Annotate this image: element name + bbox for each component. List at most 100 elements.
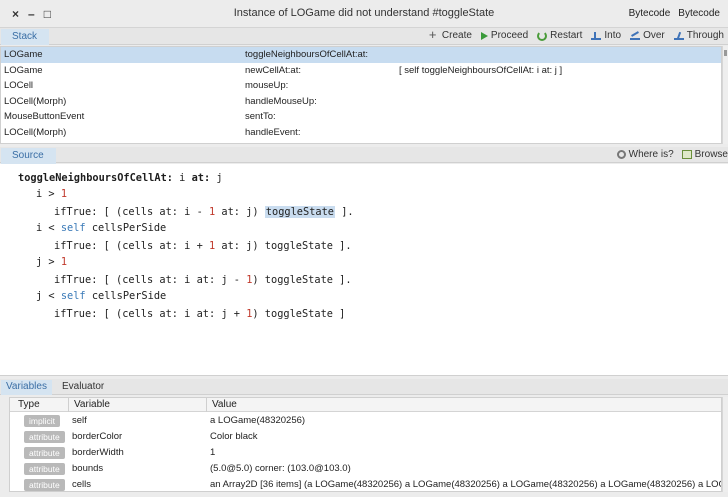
- step-over-button[interactable]: Over: [630, 30, 665, 41]
- code-line: ifTrue: [ (cells at: i + 1 at: j) toggle…: [54, 238, 352, 254]
- code-text: j <: [36, 290, 61, 302]
- code-text: ifTrue: [ (cells at: i at: j -: [54, 274, 247, 286]
- stack-row[interactable]: LOCell(Morph) handleMouseUp:: [1, 94, 721, 110]
- restart-button[interactable]: Restart: [537, 30, 582, 41]
- bytecode-menu-1[interactable]: Bytecode: [629, 8, 671, 19]
- method-keyword: at:: [191, 172, 211, 184]
- variable-name: bounds: [72, 463, 104, 474]
- code-self: self: [60, 222, 86, 234]
- column-header-value[interactable]: Value: [212, 399, 237, 410]
- into-label: Into: [604, 30, 622, 41]
- tab-evaluator[interactable]: Evaluator: [57, 380, 109, 395]
- stack-row[interactable]: MouseButtonEvent sentTo:: [1, 109, 721, 125]
- variables-scrollbar[interactable]: [722, 397, 728, 492]
- table-row[interactable]: attribute bounds (5.0@5.0) corner: (103.…: [10, 461, 721, 477]
- code-text: ) toggleState ].: [252, 274, 352, 286]
- variable-name: cells: [72, 479, 92, 490]
- source-tab[interactable]: Source: [1, 148, 56, 164]
- variable-name: borderColor: [72, 431, 123, 442]
- proceed-button[interactable]: Proceed: [480, 30, 528, 41]
- table-row[interactable]: attribute cells an Array2D [36 items] (a…: [10, 477, 721, 491]
- stack-receiver: LOCell: [4, 80, 34, 92]
- stack-selector: handleEvent:: [245, 126, 301, 138]
- type-badge: attribute: [24, 447, 65, 459]
- window-title: Instance of LOGame did not understand #t…: [233, 7, 495, 19]
- tab-variables[interactable]: Variables: [1, 380, 52, 395]
- over-label: Over: [643, 30, 665, 41]
- stack-row[interactable]: LOGame toggleNeighboursOfCellAt:at:: [1, 47, 721, 63]
- stack-selector: mouseUp:: [245, 80, 289, 92]
- code-text: cellsPerSide: [85, 222, 167, 234]
- stack-scrollbar[interactable]: [722, 46, 728, 144]
- stack-selector: handleMouseUp:: [245, 95, 317, 107]
- stack-source: [ self toggleNeighboursOfCellAt: i at: j…: [399, 64, 563, 76]
- code-text: j >: [36, 256, 61, 268]
- table-row[interactable]: implicit self a LOGame(48320256): [10, 413, 721, 429]
- variable-name: self: [72, 415, 87, 426]
- column-divider[interactable]: [206, 398, 207, 412]
- code-text: at: j) toggleState ].: [215, 240, 352, 252]
- code-line: j > 1: [36, 254, 67, 270]
- where-is-button[interactable]: Where is?: [616, 149, 674, 160]
- column-divider[interactable]: [68, 398, 69, 412]
- code-text: ifTrue: [ (cells at: i +: [54, 240, 209, 252]
- step-through-icon: [673, 32, 684, 40]
- variable-value: (5.0@5.0) corner: (103.0@103.0): [210, 463, 351, 474]
- stack-receiver: LOGame: [4, 64, 43, 76]
- browse-button[interactable]: Browse: [681, 149, 728, 160]
- step-into-button[interactable]: Into: [591, 30, 621, 41]
- stack-receiver: MouseButtonEvent: [4, 111, 85, 123]
- step-through-button[interactable]: Through: [673, 30, 724, 41]
- stack-row[interactable]: LOGame newCellAt:at: [ self toggleNeighb…: [1, 63, 721, 79]
- code-number: 1: [60, 188, 68, 200]
- variable-value: a LOGame(48320256): [210, 415, 306, 426]
- code-text: ) toggleState ]: [252, 308, 346, 320]
- table-header: Type Variable Value: [10, 398, 721, 412]
- title-right-menus: Bytecode Bytecode: [629, 8, 720, 19]
- stack-tab[interactable]: Stack: [1, 29, 50, 45]
- create-button[interactable]: Create: [429, 27, 472, 42]
- stack-panel-header: Stack Create Proceed Restart Into Over T…: [0, 27, 728, 45]
- table-row[interactable]: attribute borderColor Color black: [10, 429, 721, 445]
- step-into-icon: [591, 31, 602, 40]
- type-badge: attribute: [24, 463, 65, 475]
- stack-receiver: LOCell(Morph): [4, 95, 67, 107]
- debugger-toolbar: Create Proceed Restart Into Over Through: [429, 27, 724, 42]
- code-text: ].: [335, 206, 354, 218]
- code-text: ifTrue: [ (cells at: i -: [54, 206, 209, 218]
- code-text: j: [210, 172, 223, 184]
- stack-receiver: LOCell(Morph): [4, 126, 67, 138]
- variable-value: Color black: [210, 431, 258, 442]
- stack-selector: sentTo:: [245, 111, 276, 123]
- step-over-icon: [630, 32, 641, 40]
- variable-name: borderWidth: [72, 447, 124, 458]
- through-label: Through: [686, 30, 724, 41]
- code-text: ifTrue: [ (cells at: i at: j +: [54, 308, 247, 320]
- table-row[interactable]: attribute borderWidth 1: [10, 445, 721, 461]
- code-text: at: j): [215, 206, 265, 218]
- restart-label: Restart: [550, 30, 583, 41]
- code-line: i < self cellsPerSide: [36, 220, 166, 236]
- code-text: cellsPerSide: [85, 290, 167, 302]
- source-tools: Where is? Browse: [616, 149, 728, 160]
- method-keyword: toggleNeighboursOfCellAt:: [18, 172, 173, 184]
- restart-icon: [537, 30, 548, 41]
- column-header-variable[interactable]: Variable: [74, 399, 110, 410]
- highlighted-selector: toggleState: [264, 206, 335, 218]
- variable-value: an Array2D [36 items] (a LOGame(48320256…: [210, 479, 721, 490]
- stack-selector: newCellAt:at:: [245, 64, 301, 76]
- bytecode-menu-2[interactable]: Bytecode: [678, 8, 720, 19]
- stack-row[interactable]: LOCell(Morph) handleEvent:: [1, 125, 721, 141]
- column-header-type[interactable]: Type: [18, 399, 40, 410]
- type-badge: attribute: [24, 431, 65, 443]
- inspector-tabs: Variables Evaluator: [0, 379, 728, 395]
- stack-list: LOGame toggleNeighboursOfCellAt:at: LOGa…: [0, 46, 722, 144]
- source-code-editor[interactable]: toggleNeighboursOfCellAt: i at: j i > 1 …: [0, 164, 728, 376]
- plus-icon: [429, 27, 439, 42]
- stack-row[interactable]: LOCell mouseUp:: [1, 78, 721, 94]
- variables-table: Type Variable Value implicit self a LOGa…: [9, 397, 722, 492]
- stack-selector: toggleNeighboursOfCellAt:at:: [245, 49, 369, 60]
- code-line: j < self cellsPerSide: [36, 288, 166, 304]
- magnifier-icon: [616, 150, 626, 159]
- variable-value: 1: [210, 447, 216, 458]
